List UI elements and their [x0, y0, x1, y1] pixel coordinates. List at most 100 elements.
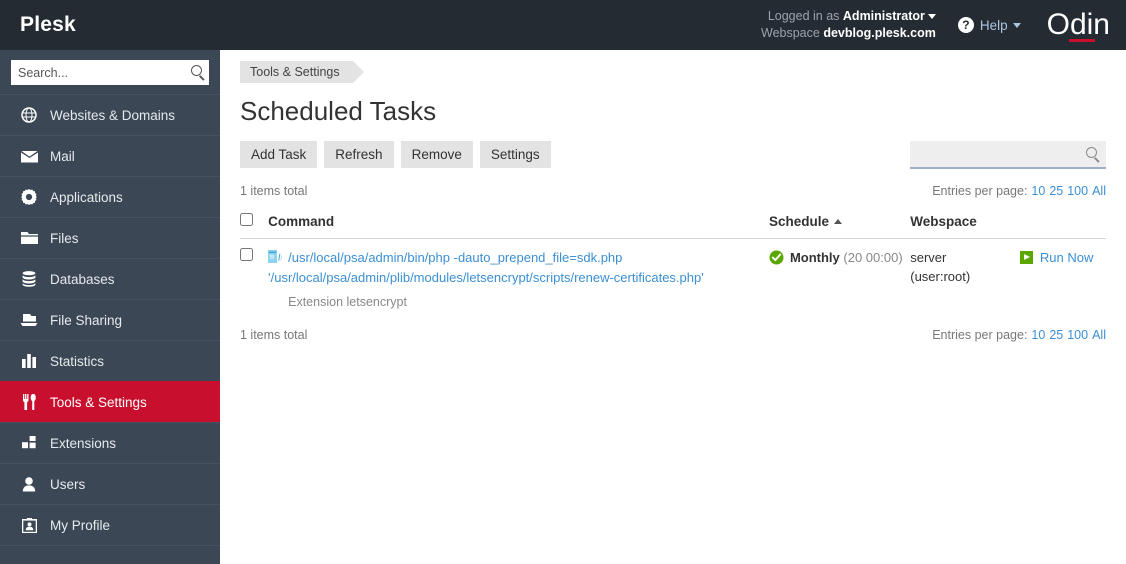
entries-option-100[interactable]: 100: [1067, 184, 1088, 198]
search-input[interactable]: [11, 61, 209, 84]
refresh-button[interactable]: Refresh: [324, 141, 394, 168]
schedule-header-label: Schedule: [768, 213, 829, 229]
scheduled-tasks-table: Command Schedule Webspace /usr/local/psa…: [240, 209, 1106, 319]
add-task-button[interactable]: Add Task: [240, 141, 318, 168]
schedule-time: (20 00:00): [843, 250, 903, 265]
sidebar-item-statistics[interactable]: Statistics: [0, 340, 220, 381]
command-cell: /usr/local/psa/admin/bin/php -dauto_prep…: [268, 239, 769, 320]
odin-logo: Odin: [1046, 8, 1110, 42]
schedule-header[interactable]: Schedule: [768, 209, 911, 239]
main-content: Tools & Settings Scheduled Tasks Add Tas…: [220, 50, 1126, 564]
entries-per-page-top: Entries per page: 10 25 100 All: [932, 184, 1106, 198]
logged-in-user[interactable]: Administrator: [843, 9, 925, 23]
remove-button[interactable]: Remove: [400, 141, 473, 168]
run-now-link[interactable]: Run Now: [1040, 248, 1093, 267]
entries-per-page-label: Entries per page:: [932, 184, 1028, 198]
gear-icon: [18, 189, 40, 205]
sidebar-item-my-profile[interactable]: My Profile: [0, 504, 220, 545]
globe-icon: [18, 107, 40, 123]
sidebar-item-label: File Sharing: [50, 312, 123, 328]
brand-logo[interactable]: Plesk: [0, 13, 220, 37]
question-circle-icon: ?: [957, 17, 974, 33]
entries-option-all[interactable]: All: [1092, 328, 1106, 342]
id-card-icon: [18, 517, 40, 533]
command-header[interactable]: Command: [268, 209, 769, 239]
play-icon: [1019, 251, 1033, 264]
select-all-header: [240, 209, 269, 239]
sidebar-item-label: Databases: [50, 271, 115, 287]
sidebar-item-label: Applications: [50, 189, 123, 205]
table-row: /usr/local/psa/admin/bin/php -dauto_prep…: [240, 239, 1106, 320]
webspace-name: server: [910, 250, 947, 265]
toolbar: Add Task Refresh Remove Settings: [240, 141, 1106, 169]
webspace-header[interactable]: Webspace: [910, 209, 1020, 239]
command-link-wrap: /usr/local/psa/admin/bin/php -dauto_prep…: [268, 248, 769, 288]
sidebar-item-tools-settings[interactable]: Tools & Settings: [0, 381, 220, 422]
search-icon[interactable]: [1086, 147, 1097, 158]
entries-option-10[interactable]: 10: [1031, 184, 1045, 198]
bar-chart-icon: [18, 354, 40, 368]
select-all-checkbox[interactable]: [240, 213, 253, 226]
sort-ascending-icon: [833, 219, 842, 225]
table-search[interactable]: [910, 141, 1106, 169]
odin-logo-underline: [1068, 39, 1095, 42]
file-sharing-icon: [18, 313, 40, 327]
sidebar-item-label: Statistics: [50, 353, 105, 369]
user-icon: [18, 476, 40, 492]
toolbar-buttons: Add Task Refresh Remove Settings: [240, 141, 551, 168]
search-icon: [191, 65, 202, 76]
items-total-row-top: 1 items total Entries per page: 10 25 100 Al…: [240, 184, 1106, 198]
webspace-line: Webspace devblog.plesk.com: [761, 25, 936, 42]
schedule-text: Monthly (20 00:00): [790, 248, 903, 267]
entries-option-25[interactable]: 25: [1049, 184, 1063, 198]
sidebar-item-label: Websites & Domains: [50, 107, 176, 123]
sidebar-item-label: Extensions: [50, 435, 117, 451]
sidebar-search[interactable]: [11, 60, 209, 85]
sidebar-item-websites-domains[interactable]: Websites & Domains: [0, 94, 220, 135]
console-script-icon: [268, 250, 283, 264]
run-now-action[interactable]: Run Now: [1019, 248, 1106, 267]
table-head: Command Schedule Webspace: [240, 209, 1106, 239]
sidebar-item-users[interactable]: Users: [0, 463, 220, 504]
command-link-line2[interactable]: '/usr/local/psa/admin/plib/modules/letse…: [268, 270, 704, 285]
entries-option-10[interactable]: 10: [1031, 328, 1045, 342]
entries-per-page-label: Entries per page:: [932, 328, 1028, 342]
items-total-row-bottom: 1 items total Entries per page: 10 25 100 Al…: [240, 328, 1106, 342]
breadcrumb[interactable]: Tools & Settings: [240, 61, 364, 83]
entries-per-page-bottom: Entries per page: 10 25 100 All: [932, 328, 1106, 342]
webspace-label: Webspace: [761, 26, 820, 40]
logged-in-label: Logged in as: [767, 9, 840, 23]
sidebar: Websites & Domains Mail Applications Fil…: [0, 50, 220, 564]
sidebar-item-extensions[interactable]: Extensions: [0, 422, 220, 463]
row-checkbox[interactable]: [240, 248, 253, 261]
sidebar-item-files[interactable]: Files: [0, 217, 220, 258]
table-search-input[interactable]: [910, 141, 1106, 167]
logged-in-line: Logged in as Administrator: [761, 8, 936, 25]
sidebar-item-mail[interactable]: Mail: [0, 135, 220, 176]
header-right: Logged in as Administrator Webspace devb…: [761, 0, 1126, 50]
webspace-value[interactable]: devblog.plesk.com: [823, 26, 936, 40]
schedule-cell-inner: Monthly (20 00:00): [769, 248, 910, 267]
sidebar-item-applications[interactable]: Applications: [0, 176, 220, 217]
envelope-icon: [18, 150, 40, 163]
help-menu[interactable]: ? Help: [957, 17, 1021, 33]
page-title: Scheduled Tasks: [240, 96, 437, 126]
chevron-down-icon: [1012, 22, 1021, 28]
command-link-line1[interactable]: /usr/local/psa/admin/bin/php -dauto_prep…: [288, 250, 622, 265]
table-header-row: Command Schedule Webspace: [240, 209, 1106, 239]
sidebar-item-overflow[interactable]: [0, 545, 220, 564]
entries-option-100[interactable]: 100: [1067, 328, 1088, 342]
extensions-icon: [18, 436, 40, 450]
sidebar-item-databases[interactable]: Databases: [0, 258, 220, 299]
plesk-admin-panel: Plesk Logged in as Administrator Webspac…: [0, 0, 1126, 564]
sidebar-item-label: Users: [50, 476, 86, 492]
tools-icon: [18, 394, 40, 410]
check-circle-icon: [769, 250, 784, 265]
entries-option-25[interactable]: 25: [1049, 328, 1063, 342]
settings-button[interactable]: Settings: [479, 141, 551, 168]
sidebar-item-file-sharing[interactable]: File Sharing: [0, 299, 220, 340]
entries-option-all[interactable]: All: [1092, 184, 1106, 198]
chevron-down-icon[interactable]: [927, 14, 936, 20]
row-select-cell: [240, 239, 268, 320]
odin-logo-text: Odin: [1046, 8, 1110, 41]
